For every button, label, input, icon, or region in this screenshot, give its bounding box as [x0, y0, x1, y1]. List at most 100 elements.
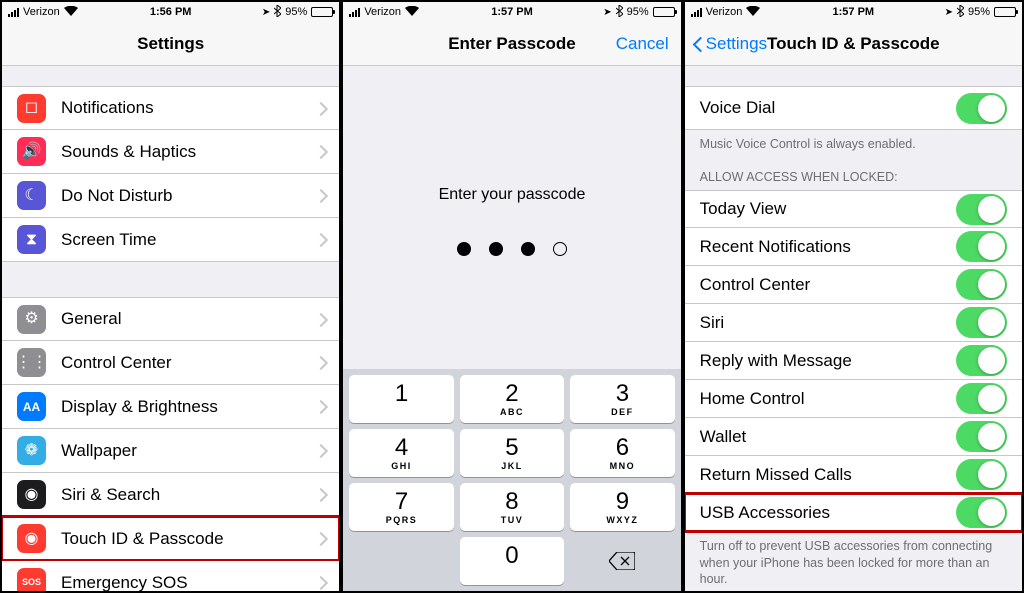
keypad-spacer: [349, 537, 453, 585]
row-toggle[interactable]: [956, 459, 1007, 490]
signal-icon: [8, 8, 19, 17]
battery-icon: [653, 7, 675, 17]
key-number: 1: [395, 382, 408, 406]
row-icon: SOS: [17, 568, 46, 591]
key-number: 8: [505, 490, 518, 514]
row-label: Return Missed Calls: [700, 465, 956, 485]
access-row: Control Center: [685, 266, 1022, 304]
row-icon: ⚙: [17, 305, 46, 334]
keypad-key-0[interactable]: 0: [460, 537, 564, 585]
location-icon: ➤: [262, 7, 270, 18]
row-label: Siri & Search: [61, 485, 316, 505]
screen-settings: Verizon 1:56 PM ➤ 95% Settings ◻Notifica…: [0, 0, 341, 593]
row-label: Home Control: [700, 389, 956, 409]
settings-row[interactable]: ☾Do Not Disturb: [2, 174, 339, 218]
settings-list[interactable]: ◻Notifications🔊Sounds & Haptics☾Do Not D…: [2, 66, 339, 591]
chevron-right-icon: [316, 313, 324, 326]
page-title: Touch ID & Passcode: [767, 34, 940, 54]
row-toggle[interactable]: [956, 269, 1007, 300]
row-label: USB Accessories: [700, 503, 956, 523]
key-letters: GHI: [391, 461, 412, 471]
battery-pct: 95%: [285, 6, 307, 18]
settings-row[interactable]: ❁Wallpaper: [2, 429, 339, 473]
keypad-key-4[interactable]: 4GHI: [349, 429, 453, 477]
keypad-key-9[interactable]: 9WXYZ: [570, 483, 674, 531]
row-toggle[interactable]: [956, 345, 1007, 376]
row-toggle[interactable]: [956, 194, 1007, 225]
access-row: USB Accessories: [685, 494, 1022, 532]
row-icon: ◉: [17, 480, 46, 509]
chevron-right-icon: [316, 189, 324, 202]
chevron-right-icon: [316, 444, 324, 457]
settings-row[interactable]: ◉ Touch ID & Passcode: [2, 517, 339, 561]
row-toggle[interactable]: [956, 307, 1007, 338]
row-toggle[interactable]: [956, 421, 1007, 452]
row-icon: ☾: [17, 181, 46, 210]
row-toggle[interactable]: [956, 497, 1007, 528]
row-label: Sounds & Haptics: [61, 142, 316, 162]
row-label: Control Center: [700, 275, 956, 295]
keypad-key-7[interactable]: 7PQRS: [349, 483, 453, 531]
back-button[interactable]: Settings: [693, 34, 767, 54]
row-label: Today View: [700, 199, 956, 219]
chevron-right-icon: [316, 102, 324, 115]
keypad-key-3[interactable]: 3DEF: [570, 375, 674, 423]
access-row: Today View: [685, 190, 1022, 228]
touchid-list[interactable]: Voice DialMusic Voice Control is always …: [685, 66, 1022, 591]
settings-row[interactable]: ⚙ General: [2, 297, 339, 341]
row-toggle[interactable]: [956, 383, 1007, 414]
key-letters: TUV: [501, 515, 524, 525]
keypad-key-5[interactable]: 5JKL: [460, 429, 564, 477]
row-label: Siri: [700, 313, 956, 333]
passcode-dot: [457, 242, 471, 256]
keypad-key-6[interactable]: 6MNO: [570, 429, 674, 477]
status-bar: Verizon 1:57 PM ➤ 95%: [343, 2, 680, 22]
row-label: General: [61, 309, 316, 329]
chevron-right-icon: [316, 488, 324, 501]
settings-row[interactable]: ⧗Screen Time: [2, 218, 339, 262]
row-label: Screen Time: [61, 230, 316, 250]
signal-icon: [691, 8, 702, 17]
keypad-key-1[interactable]: 1: [349, 375, 453, 423]
settings-row[interactable]: SOSEmergency SOS: [2, 561, 339, 591]
usb-footer: Turn off to prevent USB accessories from…: [685, 532, 1022, 591]
backspace-key[interactable]: [570, 537, 674, 585]
wifi-icon: [64, 6, 78, 19]
key-letters: JKL: [501, 461, 523, 471]
settings-row[interactable]: AADisplay & Brightness: [2, 385, 339, 429]
settings-row[interactable]: ◻Notifications: [2, 86, 339, 130]
row-label: Control Center: [61, 353, 316, 373]
page-title: Enter Passcode: [448, 34, 576, 54]
status-bar: Verizon 1:57 PM ➤ 95%: [685, 2, 1022, 22]
carrier-label: Verizon: [23, 6, 60, 18]
carrier-label: Verizon: [706, 6, 743, 18]
key-letters: DEF: [611, 407, 634, 417]
settings-row[interactable]: ◉ Siri & Search: [2, 473, 339, 517]
cancel-button[interactable]: Cancel: [616, 34, 669, 54]
bluetooth-icon: [616, 5, 623, 20]
screen-passcode: Verizon 1:57 PM ➤ 95% Enter Passcode Can…: [341, 0, 682, 593]
access-row: Reply with Message: [685, 342, 1022, 380]
row-label: Touch ID & Passcode: [61, 529, 316, 549]
settings-row[interactable]: ⋮⋮Control Center: [2, 341, 339, 385]
bluetooth-icon: [957, 5, 964, 20]
back-label: Settings: [706, 34, 767, 54]
row-icon: ❁: [17, 436, 46, 465]
row-icon: AA: [17, 392, 46, 421]
passcode-dots: [457, 242, 567, 256]
location-icon: ➤: [603, 7, 611, 18]
access-row: Recent Notifications: [685, 228, 1022, 266]
access-row: Siri: [685, 304, 1022, 342]
voice-dial-row: Voice Dial: [685, 86, 1022, 130]
key-number: 4: [395, 436, 408, 460]
chevron-left-icon: [693, 35, 704, 53]
row-label: Recent Notifications: [700, 237, 956, 257]
keypad-key-8[interactable]: 8TUV: [460, 483, 564, 531]
row-icon: ◉: [17, 524, 46, 553]
keypad-key-2[interactable]: 2ABC: [460, 375, 564, 423]
settings-row[interactable]: 🔊Sounds & Haptics: [2, 130, 339, 174]
row-toggle[interactable]: [956, 231, 1007, 262]
chevron-right-icon: [316, 532, 324, 545]
voice-dial-toggle[interactable]: [956, 93, 1007, 124]
nav-bar: Settings: [2, 22, 339, 66]
